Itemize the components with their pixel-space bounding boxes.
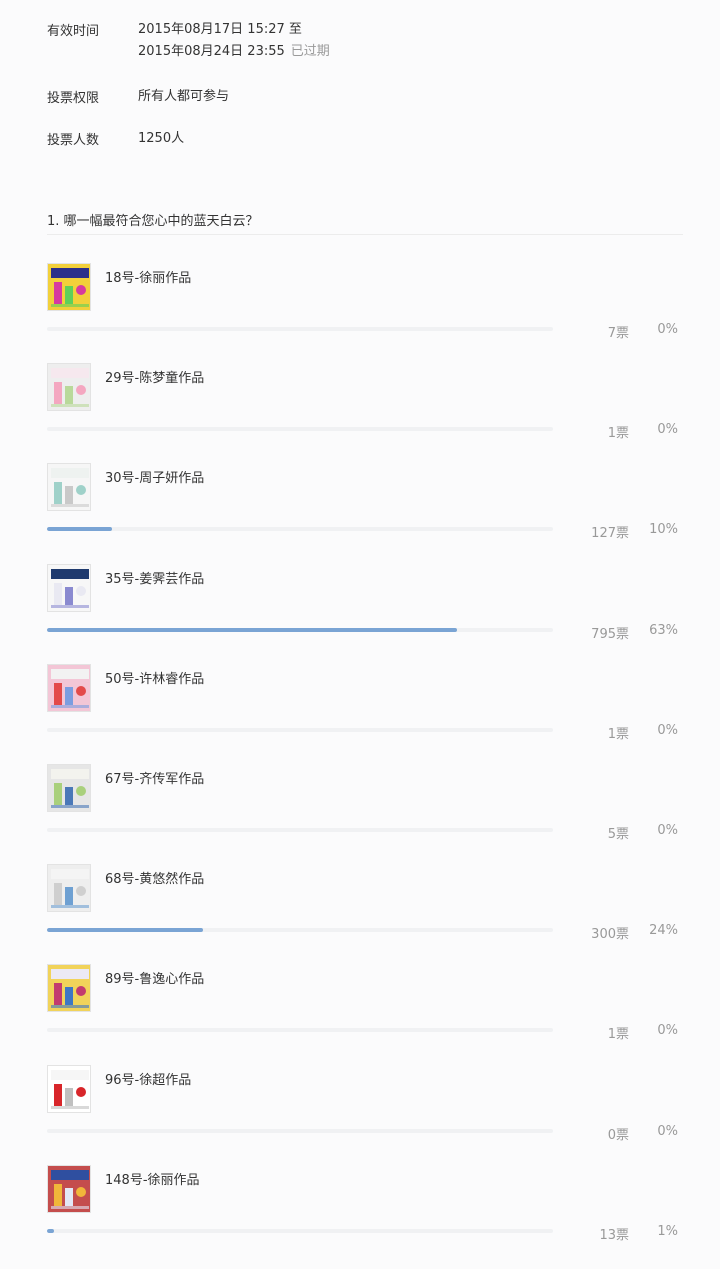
vote-option[interactable]: 30号-周子妍作品 127票 10%: [0, 463, 720, 563]
option-label: 67号-齐传军作品: [105, 772, 205, 787]
vote-percent: 24%: [649, 923, 678, 938]
vote-count: 1票: [607, 1027, 629, 1042]
vote-percent: 0%: [657, 1124, 678, 1139]
vote-option[interactable]: 148号-徐丽作品 13票 1%: [0, 1165, 720, 1265]
vote-percent: 1%: [657, 1224, 678, 1239]
option-label: 29号-陈梦童作品: [105, 371, 205, 386]
vote-count: 1票: [607, 426, 629, 441]
artwork-image: [48, 865, 90, 911]
vote-option[interactable]: 18号-徐丽作品 7票 0%: [0, 263, 720, 363]
artwork-thumbnail[interactable]: [47, 1165, 91, 1213]
vote-progress-bar: [47, 527, 553, 531]
vote-count: 7票: [607, 326, 629, 341]
valid-time-start: 2015年08月17日 15:27 至: [138, 22, 302, 37]
vote-option[interactable]: 50号-许林睿作品 1票 0%: [0, 664, 720, 764]
vote-percent: 0%: [657, 422, 678, 437]
permission-label: 投票权限: [47, 91, 100, 106]
vote-count: 1票: [607, 727, 629, 742]
vote-progress-bar: [47, 427, 553, 431]
valid-time-value: 2015年08月17日 15:27 至 2015年08月24日 23:55 已过期: [138, 19, 330, 63]
vote-count: 0票: [607, 1128, 629, 1143]
voters-label: 投票人数: [47, 133, 100, 148]
vote-option[interactable]: 89号-鲁逸心作品 1票 0%: [0, 964, 720, 1064]
vote-progress-fill: [47, 928, 203, 932]
option-label: 50号-许林睿作品: [105, 672, 205, 687]
vote-percent: 0%: [657, 723, 678, 738]
artwork-image: [48, 1166, 90, 1212]
option-label: 30号-周子妍作品: [105, 471, 205, 486]
artwork-thumbnail[interactable]: [47, 564, 91, 612]
option-label: 68号-黄悠然作品: [105, 872, 205, 887]
artwork-thumbnail[interactable]: [47, 463, 91, 511]
vote-option[interactable]: 35号-姜霁芸作品 795票 63%: [0, 564, 720, 664]
vote-progress-fill: [47, 527, 112, 531]
vote-count: 300票: [591, 927, 629, 942]
valid-time-label: 有效时间: [47, 24, 100, 39]
artwork-thumbnail[interactable]: [47, 363, 91, 411]
option-label: 96号-徐超作品: [105, 1073, 192, 1088]
voters-value: 1250人: [138, 131, 185, 146]
artwork-thumbnail[interactable]: [47, 864, 91, 912]
vote-percent: 0%: [657, 823, 678, 838]
option-label: 148号-徐丽作品: [105, 1173, 200, 1188]
artwork-thumbnail[interactable]: [47, 964, 91, 1012]
option-label: 35号-姜霁芸作品: [105, 572, 205, 587]
vote-progress-bar: [47, 1028, 553, 1032]
question-divider: [47, 234, 683, 235]
question-title: 1. 哪一幅最符合您心中的蓝天白云？: [47, 214, 259, 229]
vote-progress-bar: [47, 828, 553, 832]
artwork-image: [48, 665, 90, 711]
artwork-image: [48, 565, 90, 611]
artwork-thumbnail[interactable]: [47, 263, 91, 311]
vote-progress-fill: [47, 628, 457, 632]
vote-option[interactable]: 29号-陈梦童作品 1票 0%: [0, 363, 720, 463]
expired-badge: 已过期: [290, 44, 330, 59]
vote-progress-bar: [47, 1129, 553, 1133]
artwork-thumbnail[interactable]: [47, 664, 91, 712]
vote-progress-bar: [47, 928, 553, 932]
vote-option[interactable]: 67号-齐传军作品 5票 0%: [0, 764, 720, 864]
vote-count: 13票: [599, 1228, 629, 1243]
artwork-image: [48, 1066, 90, 1112]
option-label: 89号-鲁逸心作品: [105, 972, 205, 987]
vote-progress-bar: [47, 327, 553, 331]
artwork-thumbnail[interactable]: [47, 1065, 91, 1113]
vote-count: 795票: [591, 627, 629, 642]
option-label: 18号-徐丽作品: [105, 271, 192, 286]
artwork-image: [48, 264, 90, 310]
vote-progress-bar: [47, 628, 553, 632]
valid-time-end: 2015年08月24日 23:55: [138, 44, 285, 59]
permission-value: 所有人都可参与: [138, 89, 230, 104]
artwork-image: [48, 464, 90, 510]
vote-count: 5票: [607, 827, 629, 842]
vote-option[interactable]: 96号-徐超作品 0票 0%: [0, 1065, 720, 1165]
vote-option[interactable]: 68号-黄悠然作品 300票 24%: [0, 864, 720, 964]
vote-percent: 10%: [649, 522, 678, 537]
vote-percent: 0%: [657, 1023, 678, 1038]
artwork-image: [48, 765, 90, 811]
vote-percent: 0%: [657, 322, 678, 337]
vote-progress-fill: [47, 1229, 54, 1233]
vote-count: 127票: [591, 526, 629, 541]
valid-time-end-line: 2015年08月24日 23:55 已过期: [138, 41, 330, 63]
vote-progress-bar: [47, 1229, 553, 1233]
artwork-image: [48, 965, 90, 1011]
artwork-image: [48, 364, 90, 410]
vote-progress-bar: [47, 728, 553, 732]
vote-percent: 63%: [649, 623, 678, 638]
artwork-thumbnail[interactable]: [47, 764, 91, 812]
